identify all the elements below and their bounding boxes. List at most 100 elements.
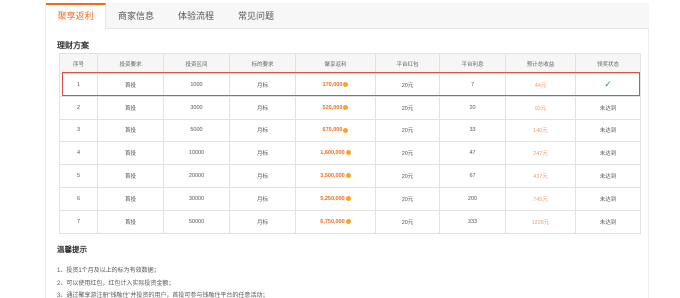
tab-bar: 聚享返利 商家信息 体验流程 常见问题 <box>46 3 649 30</box>
cell-interest: 200 <box>439 186 506 211</box>
tab-experience-flow[interactable]: 体验流程 <box>166 3 226 29</box>
cell-range: 1000 <box>163 73 230 97</box>
cell-range: 10000 <box>163 141 230 166</box>
cell-total: 140元 <box>505 118 576 143</box>
table-row: 2 首投 3000 月标 520,000 20元 20 92元 未达到 <box>59 95 641 120</box>
header-no: 序号 <box>59 53 98 74</box>
cell-interest: 20 <box>439 95 506 120</box>
table-header-row: 序号 投资要求 投资区间 标的要求 聚享返利 平台红包 平台利息 预计总收益 领… <box>59 53 641 74</box>
cell-red-packet: 20元 <box>375 95 440 120</box>
cell-interest: 7 <box>439 73 506 97</box>
cell-rebate: 3,500,000 <box>295 164 376 188</box>
coin-icon <box>345 150 351 156</box>
cell-red-packet: 20元 <box>375 141 440 166</box>
rebate-value: 1,600,000 <box>320 150 345 157</box>
cell-target: 月标 <box>229 209 296 234</box>
cell-status: 未达到 <box>575 209 641 234</box>
cell-range: 3000 <box>163 95 230 120</box>
cell-red-packet: 20元 <box>375 118 440 143</box>
cell-interest: 47 <box>439 141 506 166</box>
cell-range: 20000 <box>163 164 230 188</box>
coin-icon <box>343 104 349 110</box>
cell-interest: 333 <box>439 209 506 234</box>
cell-status: ✓ <box>575 73 641 97</box>
cell-rebate: 520,000 <box>295 95 376 120</box>
tab-rebate[interactable]: 聚享返利 <box>46 3 106 30</box>
cell-interest: 67 <box>439 164 506 188</box>
plan-table: 序号 投资要求 投资区间 标的要求 聚享返利 平台红包 平台利息 预计总收益 领… <box>59 53 641 234</box>
rebate-value: 520,000 <box>322 104 343 111</box>
header-total: 预计总收益 <box>505 53 576 74</box>
coin-icon <box>345 218 351 224</box>
cell-rebate: 170,000 <box>295 73 376 97</box>
header-range: 投资区间 <box>163 53 230 74</box>
tab-faq[interactable]: 常见问题 <box>226 3 286 29</box>
cell-range: 5000 <box>163 118 230 143</box>
section-title: 理财方案 <box>57 41 89 50</box>
table-row: 4 首投 10000 月标 1,600,000 20元 47 247元 未达到 <box>59 141 641 166</box>
cell-no: 6 <box>59 186 98 211</box>
cell-requirement: 首投 <box>97 95 164 120</box>
cell-target: 月标 <box>229 141 296 166</box>
cell-no: 2 <box>59 95 98 120</box>
tips-title: 温馨提示 <box>57 245 87 254</box>
cell-no: 5 <box>59 164 98 188</box>
cell-total: 745元 <box>505 186 576 211</box>
plan-table-wrap: 序号 投资要求 投资区间 标的要求 聚享返利 平台红包 平台利息 预计总收益 领… <box>59 53 641 234</box>
cell-target: 月标 <box>229 118 296 143</box>
header-interest: 平台利息 <box>439 53 506 74</box>
cell-total: 247元 <box>505 141 576 166</box>
cell-red-packet: 20元 <box>375 209 440 234</box>
cell-status: 未达到 <box>575 164 641 188</box>
tip-item: 2、可以使用红包，红包计入实际投资金额； <box>57 281 175 287</box>
cell-total: 44元 <box>505 73 576 97</box>
header-status: 领奖状态 <box>575 53 641 74</box>
coin-icon <box>343 81 349 87</box>
checkmark-icon: ✓ <box>604 79 612 90</box>
cell-no: 7 <box>59 209 98 234</box>
cell-range: 50000 <box>163 209 230 234</box>
cell-red-packet: 20元 <box>375 186 440 211</box>
rebate-value: 5,250,000 <box>320 195 345 202</box>
cell-target: 月标 <box>229 164 296 188</box>
tip-item: 1、投资1个月及以上的标为有效数据； <box>57 268 160 274</box>
cell-target: 月标 <box>229 186 296 211</box>
cell-rebate: 1,600,000 <box>295 141 376 166</box>
cell-status: 未达到 <box>575 186 641 211</box>
cell-rebate: 6,750,000 <box>295 209 376 234</box>
cell-status: 未达到 <box>575 141 641 166</box>
rebate-value: 170,000 <box>322 81 343 88</box>
main-panel: 聚享返利 商家信息 体验流程 常见问题 理财方案 序号 投资要求 投资区间 标的… <box>45 3 649 298</box>
cell-status: 未达到 <box>575 118 641 143</box>
cell-requirement: 首投 <box>97 73 164 97</box>
header-requirement: 投资要求 <box>97 53 164 74</box>
cell-requirement: 首投 <box>97 209 164 234</box>
cell-requirement: 首投 <box>97 164 164 188</box>
table-row: 3 首投 5000 月标 670,000 20元 33 140元 未达到 <box>59 118 641 143</box>
cell-total: 437元 <box>505 164 576 188</box>
rebate-value: 3,500,000 <box>320 173 345 180</box>
header-rebate: 聚享返利 <box>295 53 376 74</box>
cell-requirement: 首投 <box>97 186 164 211</box>
tab-merchant-info[interactable]: 商家信息 <box>106 3 166 29</box>
coin-icon <box>343 127 349 133</box>
cell-total: 92元 <box>505 95 576 120</box>
cell-no: 1 <box>59 73 98 97</box>
cell-red-packet: 20元 <box>375 164 440 188</box>
cell-no: 4 <box>59 141 98 166</box>
tip-item: 3、通过聚享游注册“钱融住”并投资的用户，首投可参与钱融住平台的任意活动； <box>57 293 269 298</box>
table-row: 5 首投 20000 月标 3,500,000 20元 67 437元 未达到 <box>59 164 641 188</box>
header-red-packet: 平台红包 <box>375 53 440 74</box>
cell-no: 3 <box>59 118 98 143</box>
rebate-value: 6,750,000 <box>320 218 345 225</box>
header-target: 标的要求 <box>229 53 296 74</box>
cell-requirement: 首投 <box>97 141 164 166</box>
cell-target: 月标 <box>229 95 296 120</box>
rebate-value: 670,000 <box>322 127 343 134</box>
cell-interest: 33 <box>439 118 506 143</box>
coin-icon <box>345 173 351 179</box>
cell-range: 30000 <box>163 186 230 211</box>
coin-icon <box>345 195 351 201</box>
cell-total: 1226元 <box>505 209 576 234</box>
cell-target: 月标 <box>229 73 296 97</box>
